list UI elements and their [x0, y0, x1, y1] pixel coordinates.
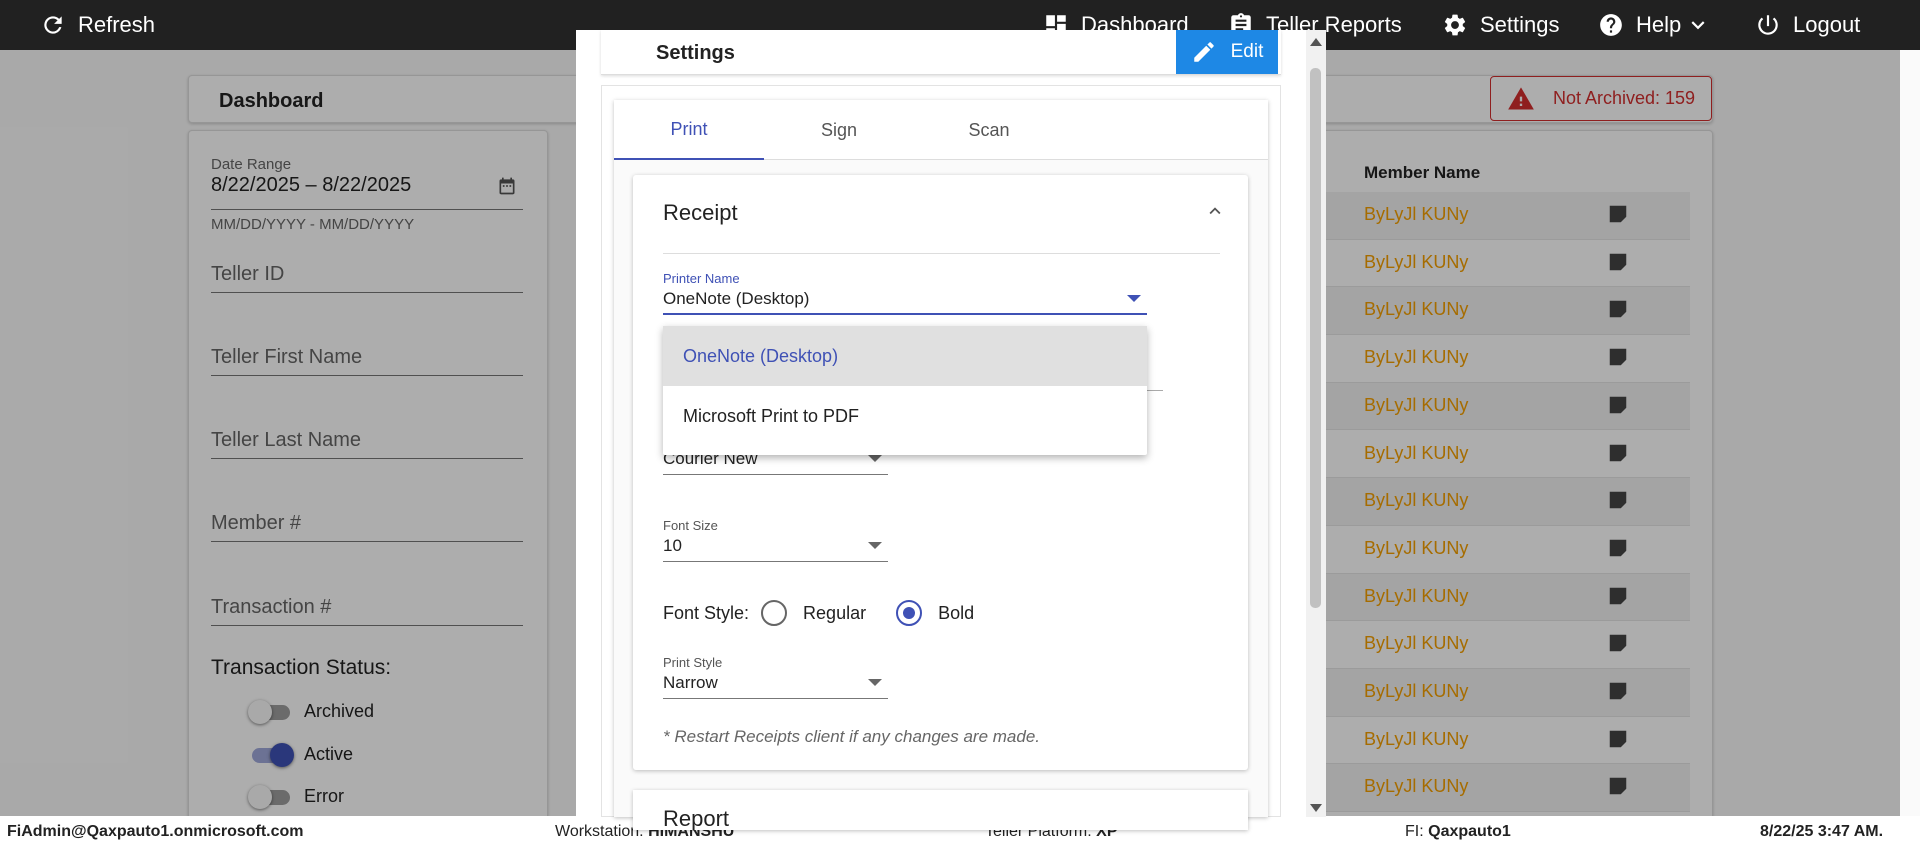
refresh-label: Refresh: [78, 12, 156, 37]
printer-name-label: Printer Name: [663, 271, 740, 286]
tab-scan[interactable]: Scan: [914, 100, 1064, 160]
scroll-up-icon[interactable]: [1310, 38, 1322, 46]
edit-button[interactable]: Edit: [1176, 30, 1278, 74]
restart-note: * Restart Receipts client if any changes…: [663, 727, 1041, 746]
chevron-down-icon: [1691, 21, 1705, 30]
font-caret-icon: [868, 455, 882, 462]
help-icon: [1600, 14, 1622, 36]
print-style-value: Narrow: [663, 673, 718, 692]
footer-timestamp: 8/22/25 3:47 AM.: [1760, 823, 1884, 840]
printer-dropdown-caret-icon: [1127, 295, 1141, 302]
font-style-bold-label[interactable]: Bold: [938, 603, 974, 624]
report-title[interactable]: Report: [663, 806, 729, 832]
tab-sign[interactable]: Sign: [764, 100, 914, 160]
nav-help[interactable]: Help: [1598, 0, 1711, 50]
nav-logout[interactable]: Logout: [1755, 0, 1860, 50]
footer-fi: FI: Qaxpauto1: [1405, 823, 1511, 840]
nav-settings[interactable]: Settings: [1442, 0, 1560, 50]
gear-icon: [1444, 14, 1466, 36]
nav-logout-label: Logout: [1793, 12, 1861, 37]
power-icon: [1758, 15, 1778, 35]
printer-dropdown-menu: OneNote (Desktop) Microsoft Print to PDF: [663, 326, 1147, 455]
print-style-caret-icon: [868, 679, 882, 686]
edit-button-label: Edit: [1230, 41, 1264, 62]
tab-print[interactable]: Print: [614, 100, 764, 160]
footer-user: FiAdmin@Qaxpauto1.onmicrosoft.com: [7, 823, 304, 840]
page-scrollbar[interactable]: [1900, 50, 1920, 816]
scroll-down-icon[interactable]: [1310, 804, 1322, 812]
printer-option-onenote[interactable]: OneNote (Desktop): [663, 326, 1147, 386]
font-style-label: Font Style:: [663, 602, 750, 623]
receipt-title: Receipt: [663, 200, 738, 225]
font-size-label: Font Size: [663, 518, 718, 533]
font-style-regular-radio[interactable]: [761, 600, 788, 626]
dialog-scroll-thumb[interactable]: [1310, 68, 1321, 608]
print-style-select[interactable]: Narrow: [663, 671, 888, 699]
dialog-scrollbar[interactable]: [1306, 30, 1326, 817]
chevron-up-icon[interactable]: [1204, 200, 1226, 222]
printer-name-select[interactable]: OneNote (Desktop): [663, 287, 1147, 315]
refresh-button[interactable]: Refresh: [40, 0, 155, 50]
font-size-select[interactable]: 10: [663, 534, 888, 562]
printer-option-pdf[interactable]: Microsoft Print to PDF: [663, 386, 1147, 446]
settings-dialog-title: Settings: [656, 42, 735, 64]
font-size-caret-icon: [868, 542, 882, 549]
nav-help-label: Help: [1636, 12, 1682, 37]
font-style-group: Font Style: Regular Bold: [663, 600, 974, 626]
font-size-value: 10: [663, 536, 682, 555]
pencil-icon: [1193, 42, 1214, 62]
nav-settings-label: Settings: [1480, 12, 1560, 37]
font-style-bold-radio[interactable]: [896, 600, 923, 626]
receipt-divider: [663, 253, 1220, 254]
font-style-regular-label[interactable]: Regular: [803, 603, 866, 624]
settings-tabbar: Print Sign Scan: [614, 100, 1268, 160]
refresh-icon: [44, 16, 62, 34]
printer-name-value: OneNote (Desktop): [663, 289, 810, 308]
print-style-label: Print Style: [663, 655, 723, 670]
